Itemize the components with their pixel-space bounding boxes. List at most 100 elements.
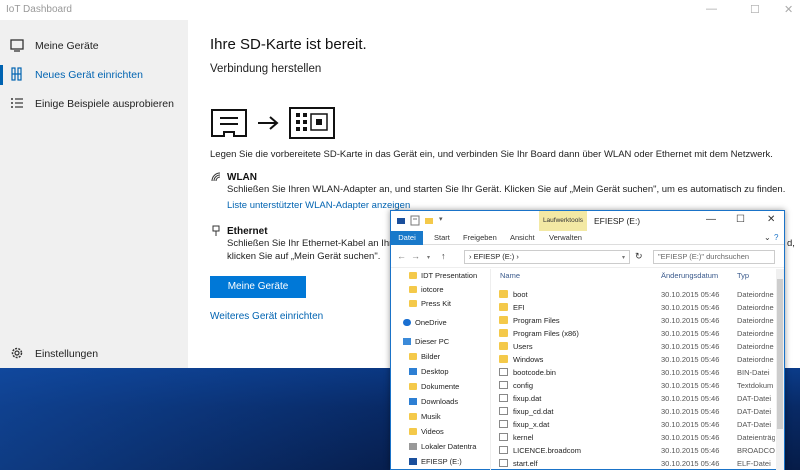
folder-icon <box>409 286 417 293</box>
scrollbar-thumb[interactable] <box>777 279 783 429</box>
pictures-folder-icon <box>409 353 417 360</box>
tree-item[interactable]: EFIESP (E:) <box>409 455 462 468</box>
tab-start[interactable]: Start <box>434 231 450 245</box>
table-row[interactable]: Program Files 30.10.2015 05:46 Dateiordne <box>495 314 775 327</box>
search-input[interactable]: "EFIESP (E:)" durchsuchen <box>653 250 775 264</box>
my-devices-button[interactable]: Meine Geräte <box>210 276 306 298</box>
file-date: 30.10.2015 05:46 <box>661 394 720 403</box>
tab-verwalten[interactable]: Verwalten <box>549 231 582 245</box>
tree-item[interactable]: Desktop <box>409 365 449 378</box>
folder-icon <box>499 355 508 363</box>
ethernet-text-tail: d, <box>787 238 795 249</box>
address-bar[interactable]: › EFIESP (E:) › <box>464 250 630 264</box>
file-name: config <box>513 381 534 390</box>
tree-item[interactable]: Dieser PC <box>403 335 449 348</box>
cloud-icon <box>403 319 411 326</box>
tab-freigeben[interactable]: Freigeben <box>463 231 497 245</box>
tree-item[interactable]: Downloads <box>409 395 458 408</box>
table-row[interactable]: Windows 30.10.2015 05:46 Dateiordne <box>495 353 775 366</box>
tree-item[interactable]: IDT Presentation <box>409 269 477 282</box>
title-bar: IoT Dashboard — ☐ ✕ <box>0 0 800 20</box>
tree-item[interactable]: Press Kit <box>409 297 451 310</box>
instruction-text: Legen Sie die vorbereitete SD-Karte in d… <box>210 149 773 160</box>
file-type: Textdokum <box>737 381 774 390</box>
desktop-folder-icon <box>409 368 417 375</box>
vertical-scrollbar[interactable] <box>776 269 784 470</box>
table-row[interactable]: bootcode.bin 30.10.2015 05:46 BIN-Datei <box>495 366 775 379</box>
file-date: 30.10.2015 05:46 <box>661 459 720 468</box>
tree-item[interactable]: Videos <box>409 425 444 438</box>
setup-icon <box>11 67 22 81</box>
expand-ribbon-icon[interactable]: ⌄ <box>764 231 771 245</box>
setup-another-device-link[interactable]: Weiteres Gerät einrichten <box>210 311 323 322</box>
wlan-adapter-list-link[interactable]: Liste unterstützter WLAN-Adapter anzeige… <box>227 200 410 211</box>
tab-datei[interactable]: Datei <box>391 231 423 245</box>
table-row[interactable]: boot 30.10.2015 05:46 Dateiordne <box>495 288 775 301</box>
ethernet-text-line2: klicken Sie auf „Mein Gerät suchen". <box>227 251 381 262</box>
file-type: Dateiordne <box>737 355 774 364</box>
maximize-icon[interactable]: ☐ <box>750 3 760 16</box>
file-type: Dateiordne <box>737 342 774 351</box>
back-icon[interactable]: ← <box>397 251 406 261</box>
table-row[interactable]: kernel 30.10.2015 05:46 Dateienträge <box>495 431 775 444</box>
tree-item[interactable]: OneDrive <box>403 316 447 329</box>
explorer-title: EFIESP (E:) <box>594 216 641 226</box>
file-name: EFI <box>513 303 525 312</box>
tree-item[interactable]: Bilder <box>409 350 440 363</box>
properties-icon[interactable] <box>410 215 420 226</box>
file-explorer-window: ▾ Laufwerktools EFIESP (E:) — ☐ ✕ Datei … <box>390 210 785 470</box>
table-row[interactable]: start.elf 30.10.2015 05:46 ELF-Datei <box>495 457 775 470</box>
forward-icon[interactable]: → <box>411 251 420 261</box>
table-row[interactable]: config 30.10.2015 05:46 Textdokum <box>495 379 775 392</box>
tree-item[interactable]: Musik <box>409 410 441 423</box>
sidebar-item-setup-device[interactable]: Neues Gerät einrichten <box>0 61 188 89</box>
up-icon[interactable]: ↑ <box>441 251 446 261</box>
gear-icon <box>11 347 23 359</box>
refresh-icon[interactable]: ↻ <box>635 251 643 262</box>
sidebar-item-settings[interactable]: Einstellungen <box>0 340 188 368</box>
table-row[interactable]: EFI 30.10.2015 05:46 Dateiordne <box>495 301 775 314</box>
folder-icon <box>499 303 508 311</box>
table-row[interactable]: fixup_x.dat 30.10.2015 05:46 DAT-Datei <box>495 418 775 431</box>
table-row[interactable]: fixup.dat 30.10.2015 05:46 DAT-Datei <box>495 392 775 405</box>
help-icon[interactable]: ? <box>774 231 778 245</box>
explorer-maximize-icon[interactable]: ☐ <box>736 214 745 225</box>
explorer-close-icon[interactable]: ✕ <box>767 214 775 225</box>
table-row[interactable]: LICENCE.broadcom 30.10.2015 05:46 BROADCOM <box>495 444 775 457</box>
tab-ansicht[interactable]: Ansicht <box>510 231 535 245</box>
address-row: ← → ▾ ↑ › EFIESP (E:) › ▾ ↻ "EFIESP (E:)… <box>391 246 784 268</box>
drive-tools-context-tab[interactable]: Laufwerktools <box>539 211 587 231</box>
sd-card-icon <box>211 109 247 137</box>
tree-item[interactable]: Lokaler Datentra <box>409 440 476 453</box>
file-icon <box>499 433 508 441</box>
column-header-name[interactable]: Name <box>500 269 520 283</box>
file-type: DAT-Datei <box>737 420 772 429</box>
recent-dropdown-icon[interactable]: ▾ <box>427 254 430 261</box>
folder-icon <box>499 290 508 298</box>
explorer-title-bar: ▾ Laufwerktools EFIESP (E:) — ☐ ✕ <box>391 211 784 231</box>
tree-item[interactable]: Dokumente <box>409 380 459 393</box>
minimize-icon[interactable]: — <box>706 3 717 15</box>
file-date: 30.10.2015 05:46 <box>661 303 720 312</box>
sidebar-item-my-devices[interactable]: Meine Geräte <box>0 32 188 60</box>
close-icon[interactable]: ✕ <box>784 3 793 16</box>
column-header-type[interactable]: Typ <box>737 269 749 283</box>
table-row[interactable]: fixup_cd.dat 30.10.2015 05:46 DAT-Datei <box>495 405 775 418</box>
ethernet-title: Ethernet <box>227 226 268 237</box>
file-icon <box>499 420 508 428</box>
table-row[interactable]: Program Files (x86) 30.10.2015 05:46 Datei… <box>495 327 775 340</box>
page-title: Ihre SD-Karte ist bereit. <box>210 36 367 53</box>
quick-access-dropdown-icon[interactable]: ▾ <box>439 215 449 226</box>
file-type: DAT-Datei <box>737 407 772 416</box>
tree-item[interactable]: iotcore <box>409 283 444 296</box>
column-header-date[interactable]: Änderungsdatum <box>661 269 718 283</box>
address-text: EFIESP (E:) <box>473 252 515 261</box>
table-row[interactable]: Users 30.10.2015 05:46 Dateiordne <box>495 340 775 353</box>
new-folder-icon[interactable] <box>424 215 434 226</box>
explorer-minimize-icon[interactable]: — <box>706 214 716 225</box>
ribbon-tabs: Datei Start Freigeben Ansicht Verwalten … <box>391 231 784 245</box>
file-icon <box>499 368 508 376</box>
sidebar-item-samples[interactable]: Einige Beispiele ausprobieren <box>0 90 188 118</box>
file-name: Windows <box>513 355 544 364</box>
address-dropdown-icon[interactable]: ▾ <box>622 254 625 261</box>
